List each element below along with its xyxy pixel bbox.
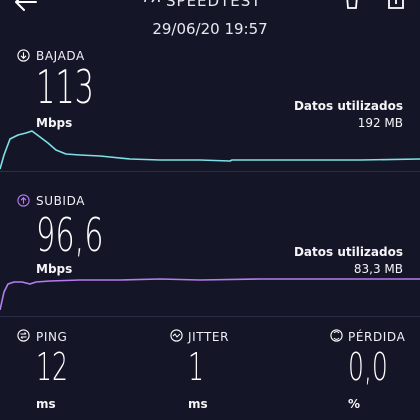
section-divider [0, 171, 420, 172]
upload-speed-graph [0, 278, 420, 311]
upload-data-used-label: Datos utilizados [293, 245, 403, 259]
app-title: SPEEDTEST [166, 0, 262, 10]
download-speed-graph [0, 130, 420, 170]
section-divider [0, 316, 420, 317]
upload-value: 96,6 [36, 208, 104, 262]
loss-label: PÉRDIDA [348, 330, 406, 344]
share-icon[interactable] [386, 0, 406, 12]
ping-value: 12 [36, 345, 68, 389]
upload-label: SUBIDA [36, 194, 86, 208]
arrow-down-circle-icon [17, 49, 30, 62]
download-data-used-label: Datos utilizados [293, 99, 403, 113]
loss-icon [330, 329, 343, 342]
jitter-label: JITTER [188, 330, 230, 344]
ping-label: PING [36, 330, 68, 344]
speedtest-gauge-icon [144, 0, 160, 3]
jitter-value: 1 [188, 345, 204, 389]
jitter-icon [170, 329, 183, 342]
jitter-unit: ms [188, 397, 208, 411]
loss-unit: % [348, 397, 361, 411]
loss-value: 0,0 [348, 345, 388, 389]
test-datetime: 29/06/20 19:57 [152, 20, 268, 38]
download-value: 113 [36, 60, 94, 114]
ping-unit: ms [36, 397, 56, 411]
arrow-up-circle-icon [17, 194, 30, 207]
ping-icon [17, 329, 30, 342]
trash-icon[interactable] [342, 0, 362, 12]
back-arrow-icon[interactable] [12, 0, 38, 12]
